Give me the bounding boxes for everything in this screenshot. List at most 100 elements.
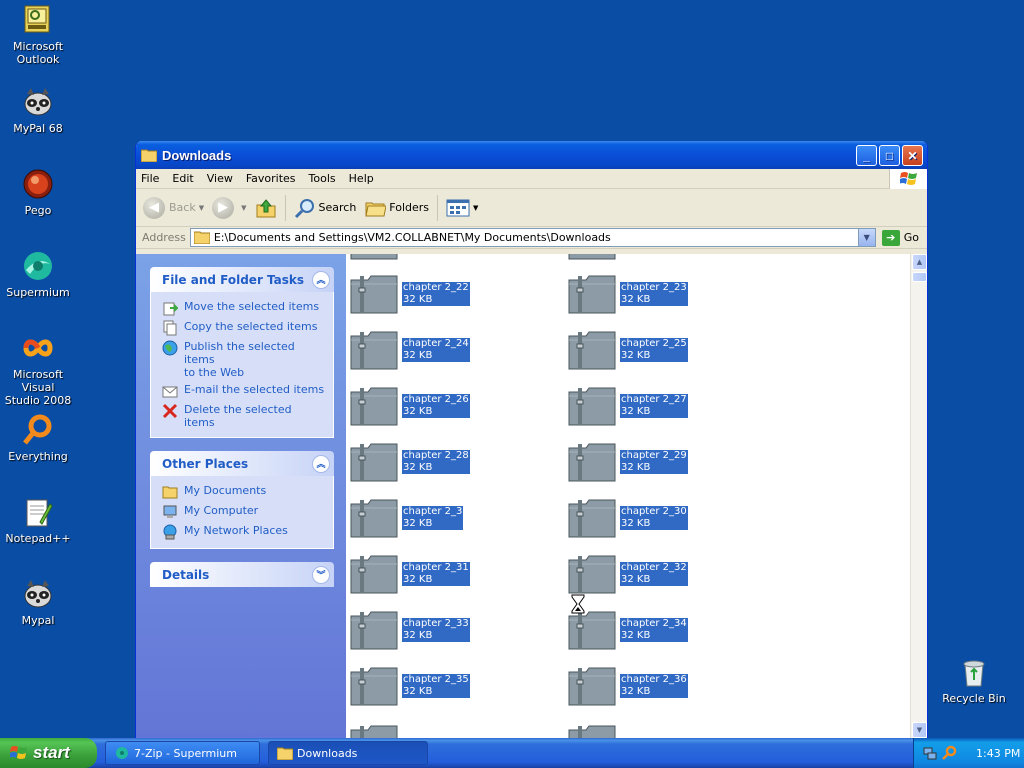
zip-folder-icon — [568, 275, 616, 314]
file-item[interactable]: chapter 2_34 32 KB — [568, 610, 688, 650]
collapse-icon[interactable]: ︽ — [312, 454, 330, 473]
file-name: chapter 2_26 — [403, 394, 469, 405]
copy-icon — [163, 320, 177, 336]
title-bar[interactable]: Downloads _ □ ✕ — [136, 141, 927, 169]
delete-icon — [162, 403, 178, 419]
desktop-icon-visual-studio[interactable]: Microsoft Visual Studio 2008 — [0, 332, 78, 407]
task-email[interactable]: E-mail the selected items — [162, 383, 325, 399]
start-button[interactable]: start — [0, 738, 97, 768]
file-item[interactable]: chapter 2_23 32 KB — [568, 274, 688, 314]
taskbar-item-downloads[interactable]: Downloads — [268, 741, 428, 765]
desktop-icon-outlook[interactable]: Microsoft Outlook — [0, 4, 78, 66]
file-item[interactable]: chapter 2_3 32 KB — [350, 498, 464, 538]
file-item[interactable]: chapter 2_35 32 KB — [350, 666, 470, 706]
menu-view[interactable]: View — [202, 172, 241, 185]
file-item[interactable]: chapter 2_27 32 KB — [568, 386, 688, 426]
details-header[interactable]: Details ︾ — [150, 562, 334, 587]
file-item[interactable]: chapter 2_29 32 KB — [568, 442, 688, 482]
up-folder-button[interactable] — [251, 197, 281, 219]
file-item[interactable]: chapter 2_24 32 KB — [350, 330, 470, 370]
file-list-pane[interactable]: chapter 2_22 32 KB chapter 2_23 32 KB chapte… — [346, 254, 927, 738]
views-button[interactable]: ▼ — [442, 199, 482, 217]
zip-folder-icon — [568, 331, 616, 370]
desktop-icon-recycle-bin[interactable]: Recycle Bin — [934, 656, 1014, 705]
desktop-icon-mypal-68[interactable]: MyPal 68 — [0, 86, 78, 135]
raccoon-icon — [22, 86, 54, 118]
file-size: 32 KB — [403, 686, 433, 697]
desktop-icon-everything[interactable]: Everything — [0, 414, 78, 463]
place-my-computer[interactable]: My Computer — [162, 504, 325, 520]
hourglass-cursor-icon — [571, 594, 585, 614]
search-tray-icon[interactable] — [941, 745, 957, 761]
scroll-up-button[interactable]: ▲ — [912, 254, 927, 270]
zip-folder-icon — [350, 331, 398, 370]
file-item[interactable]: chapter 2_32 32 KB — [568, 554, 688, 594]
folder-icon — [193, 231, 210, 244]
collapse-icon[interactable]: ︽ — [312, 270, 330, 289]
notepadpp-icon — [22, 496, 54, 528]
file-item-partial[interactable] — [350, 724, 398, 738]
task-delete[interactable]: Delete the selected items — [162, 403, 325, 429]
folder-icon — [141, 149, 157, 162]
file-item[interactable]: chapter 2_28 32 KB — [350, 442, 470, 482]
scroll-thumb[interactable] — [912, 272, 927, 282]
file-item[interactable]: chapter 2_36 32 KB — [568, 666, 688, 706]
clock[interactable]: 1:43 PM — [976, 747, 1020, 760]
zip-folder-icon — [568, 499, 616, 538]
minimize-button[interactable]: _ — [856, 145, 877, 166]
views-icon — [446, 199, 470, 216]
file-item[interactable]: chapter 2_26 32 KB — [350, 386, 470, 426]
search-button[interactable]: Search — [290, 197, 361, 219]
file-item[interactable]: chapter 2_25 32 KB — [568, 330, 688, 370]
task-copy[interactable]: Copy the selected items — [162, 320, 325, 336]
back-button[interactable]: ◀ Back ▼ — [139, 196, 208, 219]
file-item[interactable]: chapter 2_30 32 KB — [568, 498, 688, 538]
file-size: 32 KB — [621, 686, 651, 697]
globe-icon — [162, 340, 178, 356]
file-name: chapter 2_29 — [621, 450, 687, 461]
network-tray-icon[interactable] — [922, 745, 938, 761]
go-button[interactable]: ➔ Go — [876, 229, 927, 246]
file-item[interactable]: chapter 2_31 32 KB — [350, 554, 470, 594]
place-my-network-places[interactable]: My Network Places — [162, 524, 325, 540]
back-arrow-icon: ◀ — [143, 196, 165, 219]
file-name: chapter 2_32 — [621, 562, 687, 573]
address-dropdown-button[interactable]: ▼ — [857, 229, 875, 246]
other-places-header[interactable]: Other Places ︽ — [150, 451, 334, 476]
menu-help[interactable]: Help — [344, 172, 382, 185]
vertical-scrollbar[interactable]: ▲ ▼ — [910, 254, 927, 738]
menu-edit[interactable]: Edit — [167, 172, 201, 185]
menu-file[interactable]: File — [136, 172, 167, 185]
desktop-icon-notepadpp[interactable]: Notepad++ — [0, 496, 78, 545]
file-item[interactable]: chapter 2_22 32 KB — [350, 274, 470, 314]
maximize-button[interactable]: □ — [879, 145, 900, 166]
file-name: chapter 2_24 — [403, 338, 469, 349]
folders-button[interactable]: Folders — [360, 198, 433, 218]
chevron-down-icon: ▼ — [241, 203, 247, 212]
file-item[interactable]: chapter 2_33 32 KB — [350, 610, 470, 650]
file-size: 32 KB — [621, 462, 651, 473]
email-icon — [162, 386, 178, 398]
desktop-icon-mypal[interactable]: Mypal — [0, 578, 78, 627]
address-input[interactable]: E:\Documents and Settings\VM2.COLLABNET\… — [189, 228, 876, 247]
taskbar-item-7zip-supermium[interactable]: 7-Zip - Supermium — [105, 741, 260, 765]
supermium-icon — [116, 747, 128, 759]
file-item-partial[interactable] — [568, 724, 616, 738]
zip-folder-icon — [350, 254, 398, 260]
menu-favorites[interactable]: Favorites — [241, 172, 304, 185]
forward-button[interactable]: ▶ ▼ — [208, 196, 250, 219]
file-folder-tasks-header[interactable]: File and Folder Tasks ︽ — [150, 267, 334, 292]
desktop-icon-pego[interactable]: Pego — [0, 168, 78, 217]
explorer-window: Downloads _ □ ✕ File Edit View Favorites… — [135, 141, 928, 739]
place-my-documents[interactable]: My Documents — [162, 484, 325, 500]
desktop-icon-supermium[interactable]: Supermium — [0, 250, 78, 299]
task-publish[interactable]: Publish the selected items to the Web — [162, 340, 325, 379]
file-name: chapter 2_34 — [621, 618, 687, 629]
expand-icon[interactable]: ︾ — [312, 565, 330, 584]
chevron-up-icon: ▲ — [916, 258, 923, 266]
menu-tools[interactable]: Tools — [304, 172, 344, 185]
task-move[interactable]: Move the selected items — [162, 300, 325, 316]
chevron-down-icon: ▼ — [473, 203, 479, 212]
scroll-down-button[interactable]: ▼ — [912, 722, 927, 738]
close-button[interactable]: ✕ — [902, 145, 923, 166]
